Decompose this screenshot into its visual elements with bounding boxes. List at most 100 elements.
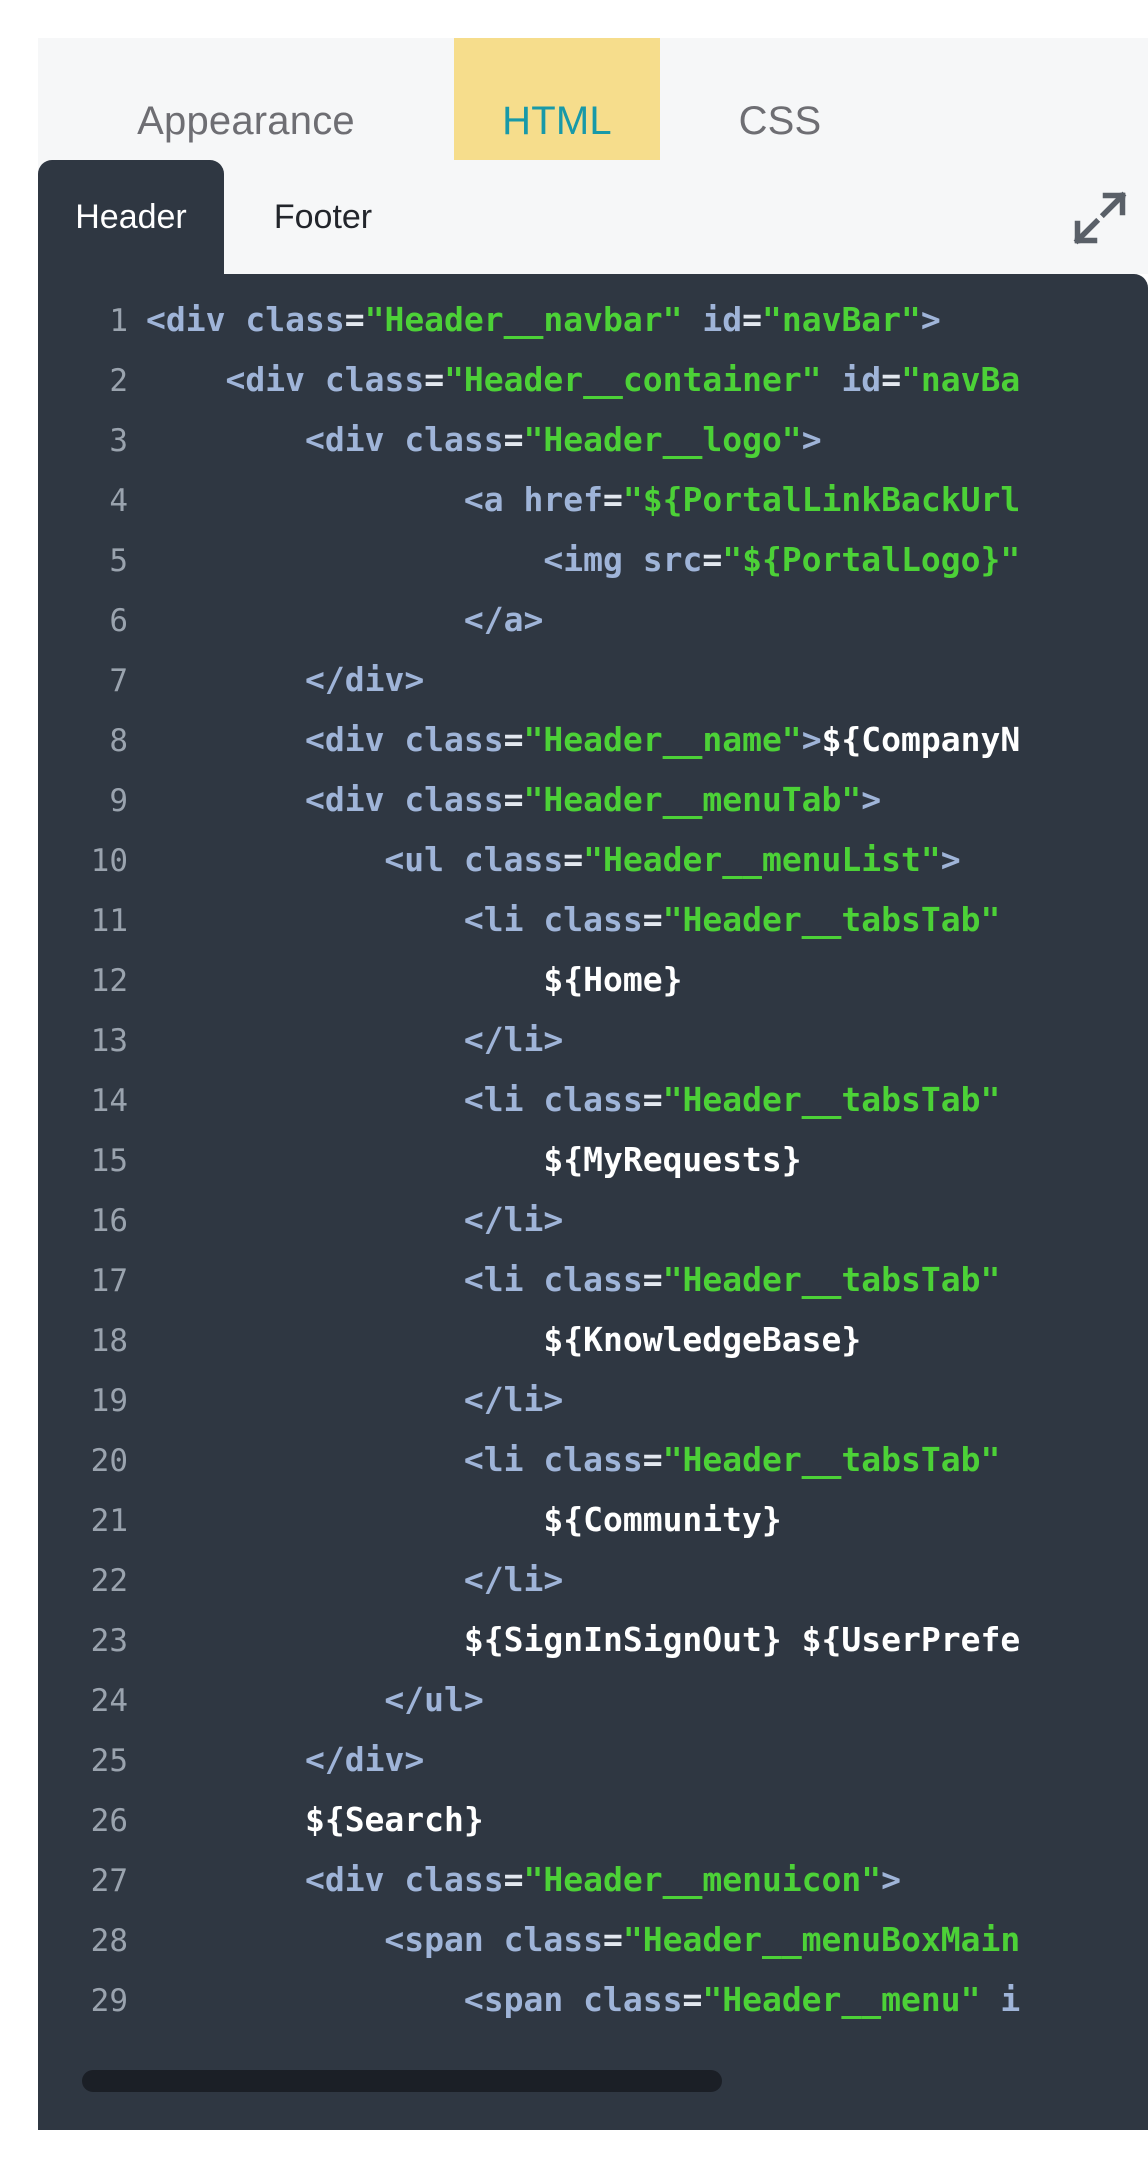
token-tag: a: [483, 480, 504, 519]
token-attr: id: [702, 300, 743, 339]
code-line[interactable]: 27 <div class="Header__menuicon">: [38, 1860, 1148, 1920]
code-line[interactable]: 5 <img src="${PortalLogo}": [38, 540, 1148, 600]
token-str: "Header__logo": [523, 420, 802, 459]
code-line[interactable]: 25 </div>: [38, 1740, 1148, 1800]
code-line[interactable]: 16 </li>: [38, 1200, 1148, 1260]
token-str: "${PortalLogo}": [722, 540, 1021, 579]
code-line[interactable]: 22 </li>: [38, 1560, 1148, 1620]
token-eq: =: [344, 300, 365, 339]
code-line[interactable]: 17 <li class="Header__tabsTab": [38, 1260, 1148, 1320]
line-number: 11: [90, 903, 128, 939]
code-editor-card: Header Footer 1 <div class="Header__navba…: [38, 160, 1148, 2130]
token-tag: li: [503, 1380, 544, 1419]
token-tag: ul: [424, 1680, 464, 1719]
token-eq: =: [503, 420, 524, 459]
token-str: "Header__navbar": [364, 300, 683, 339]
token-tag: img: [563, 540, 623, 579]
expand-diagonal-arrows-icon[interactable]: [1070, 188, 1130, 248]
token-punc: <: [463, 1980, 484, 2019]
code-line[interactable]: 21 ${Community}: [38, 1500, 1148, 1560]
line-content: <div class="Header__navbar" id="navBar">: [146, 300, 1148, 339]
token-str: "Header__menu": [702, 1980, 981, 2019]
tab-appearance-label: Appearance: [137, 99, 355, 143]
code-line[interactable]: 15 ${MyRequests}: [38, 1140, 1148, 1200]
line-content: <li class="Header__tabsTab": [146, 1440, 1148, 1479]
sub-tab-header[interactable]: Header: [38, 160, 224, 274]
line-content: </li>: [146, 1560, 1148, 1599]
code-line[interactable]: 24 </ul>: [38, 1680, 1148, 1740]
token-eq: =: [642, 900, 663, 939]
code-line[interactable]: 26 ${Search}: [38, 1800, 1148, 1860]
code-line[interactable]: 20 <li class="Header__tabsTab": [38, 1440, 1148, 1500]
line-number: 7: [109, 663, 128, 699]
token-attr: class: [543, 1260, 643, 1299]
code-line[interactable]: 19 </li>: [38, 1380, 1148, 1440]
code-line[interactable]: 2 <div class="Header__container" id="nav…: [38, 360, 1148, 420]
sub-tab-footer[interactable]: Footer: [224, 160, 422, 274]
token-punc: <: [304, 420, 325, 459]
line-content: <li class="Header__tabsTab": [146, 1080, 1148, 1119]
horizontal-scrollbar-track[interactable]: [52, 2070, 1128, 2112]
token-str: "navBar": [761, 300, 921, 339]
token-punc: <: [304, 1860, 325, 1899]
code-line[interactable]: 3 <div class="Header__logo">: [38, 420, 1148, 480]
token-punc: >: [543, 1020, 564, 1059]
horizontal-scrollbar-thumb[interactable]: [82, 2070, 722, 2092]
code-line[interactable]: 1 <div class="Header__navbar" id="navBar"…: [38, 300, 1148, 360]
token-punc: >: [404, 660, 425, 699]
token-punc: <: [543, 540, 564, 579]
code-editor-pane[interactable]: 1 <div class="Header__navbar" id="navBar"…: [38, 274, 1148, 2130]
code-line[interactable]: 13 </li>: [38, 1020, 1148, 1080]
code-line[interactable]: 18 ${KnowledgeBase}: [38, 1320, 1148, 1380]
token-punc: </: [463, 1200, 504, 1239]
token-punc: >: [523, 600, 544, 639]
token-eq: =: [563, 840, 584, 879]
token-punc: </: [463, 600, 504, 639]
token-punc: <: [463, 1080, 484, 1119]
line-content: <li class="Header__tabsTab": [146, 1260, 1148, 1299]
code-line[interactable]: 11 <li class="Header__tabsTab": [38, 900, 1148, 960]
line-number: 15: [90, 1143, 128, 1179]
token-eq: =: [642, 1260, 663, 1299]
line-number: 13: [90, 1023, 128, 1059]
line-number: 28: [90, 1923, 128, 1959]
code-line[interactable]: 23 ${SignInSignOut} ${UserPrefe: [38, 1620, 1148, 1680]
line-content: ${MyRequests}: [146, 1140, 1148, 1179]
line-content: </li>: [146, 1380, 1148, 1419]
token-txt: ${CompanyN: [821, 720, 1021, 759]
code-line[interactable]: 6 </a>: [38, 600, 1148, 660]
token-punc: </: [384, 1680, 425, 1719]
line-number: 20: [90, 1443, 128, 1479]
token-punc: <: [463, 480, 484, 519]
code-line[interactable]: 4 <a href="${PortalLinkBackUrl: [38, 480, 1148, 540]
code-line[interactable]: 28 <span class="Header__menuBoxMain: [38, 1920, 1148, 1980]
code-line[interactable]: 9 <div class="Header__menuTab">: [38, 780, 1148, 840]
line-number: 6: [109, 603, 128, 639]
code-line[interactable]: 8 <div class="Header__name">${CompanyN: [38, 720, 1148, 780]
line-number: 18: [90, 1323, 128, 1359]
code-line[interactable]: 14 <li class="Header__tabsTab": [38, 1080, 1148, 1140]
code-line[interactable]: 10 <ul class="Header__menuList">: [38, 840, 1148, 900]
line-content: </ul>: [146, 1680, 1148, 1719]
line-content: ${Community}: [146, 1500, 1148, 1539]
token-txt: ${Search}: [304, 1800, 484, 1839]
code-line[interactable]: 7 </div>: [38, 660, 1148, 720]
token-tag: a: [503, 600, 524, 639]
token-str: "Header__name": [523, 720, 802, 759]
line-content: </a>: [146, 600, 1148, 639]
token-attr: id: [841, 360, 882, 399]
code-line[interactable]: 12 ${Home}: [38, 960, 1148, 1020]
token-str: "Header__tabsTab": [662, 1440, 1001, 1479]
code-line[interactable]: 29 <span class="Header__menu" i: [38, 1980, 1148, 2040]
token-str: "Header__menuList": [583, 840, 941, 879]
token-tag: li: [503, 1020, 544, 1059]
token-punc: </: [304, 1740, 345, 1779]
